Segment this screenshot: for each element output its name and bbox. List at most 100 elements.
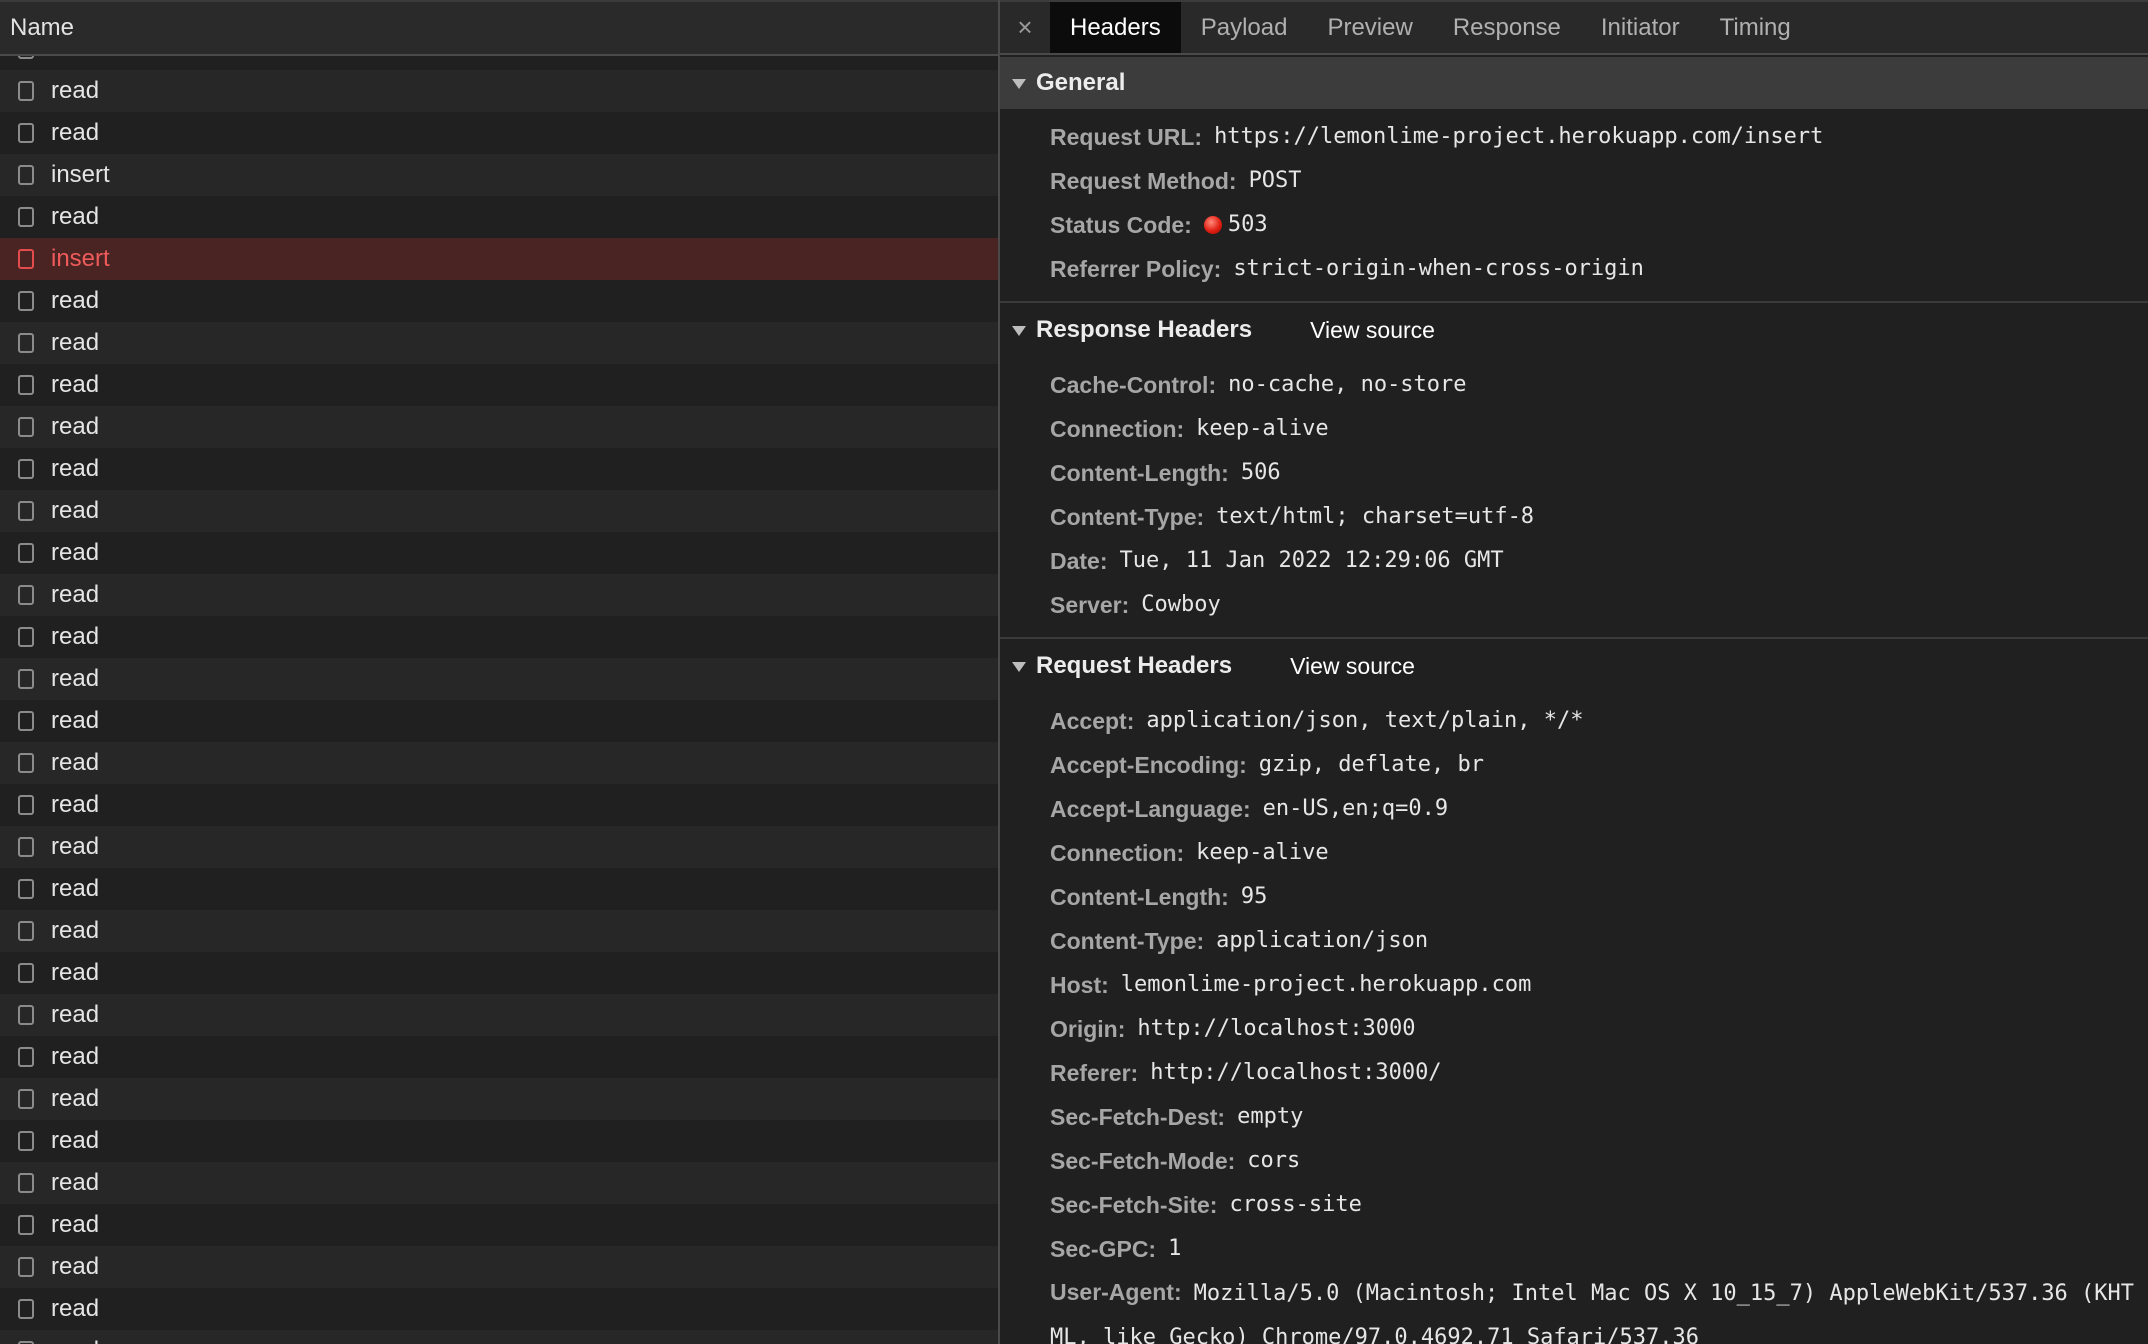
request-type-icon	[18, 879, 34, 899]
request-row[interactable]: read	[0, 70, 998, 112]
devtools-network-panel: Name readreadreadinsertreadinsertreadrea…	[0, 0, 2148, 1344]
tab-headers[interactable]: Headers	[1050, 2, 1181, 53]
request-row[interactable]: read	[0, 1036, 998, 1078]
request-row[interactable]: read	[0, 448, 998, 490]
request-type-icon	[18, 669, 34, 689]
request-row[interactable]: read	[0, 280, 998, 322]
request-row[interactable]: read	[0, 658, 998, 700]
request-row[interactable]: read	[0, 1162, 998, 1204]
request-headers-header[interactable]: Request Headers View source	[1000, 639, 2148, 693]
request-header-key: Origin:	[1050, 1016, 1126, 1042]
request-row[interactable]: read	[0, 742, 998, 784]
request-row[interactable]: read	[0, 616, 998, 658]
request-row[interactable]: read	[0, 532, 998, 574]
response-header-key: Date:	[1050, 548, 1108, 574]
response-headers-header[interactable]: Response Headers View source	[1000, 303, 2148, 357]
request-name: read	[51, 1253, 100, 1280]
general-value[interactable]: strict-origin-when-cross-origin	[1233, 248, 1644, 290]
request-row[interactable]: read	[0, 1120, 998, 1162]
request-list[interactable]: read read read insert read insert read read read…	[0, 56, 998, 1344]
general-fields: Request URL: https://lemonlime-project.he…	[1000, 109, 2148, 301]
request-row[interactable]: read	[0, 490, 998, 532]
request-type-icon	[18, 963, 34, 983]
request-name: insert	[51, 161, 110, 188]
request-row[interactable]: read	[0, 1078, 998, 1120]
request-header-value[interactable]: cors	[1247, 1140, 1300, 1182]
request-type-icon	[18, 249, 34, 269]
request-row[interactable]: read	[0, 1288, 998, 1330]
general-section-title: General	[1036, 69, 1126, 96]
response-view-source-link[interactable]: View source	[1310, 317, 1435, 344]
request-row[interactable]: read	[0, 994, 998, 1036]
request-row[interactable]: read	[0, 952, 998, 994]
request-view-source-link[interactable]: View source	[1290, 653, 1415, 680]
request-header-value[interactable]: http://localhost:3000/	[1150, 1052, 1441, 1094]
tab-initiator[interactable]: Initiator	[1581, 2, 1700, 53]
general-value[interactable]: https://lemonlime-project.herokuapp.com/…	[1214, 116, 1823, 158]
response-header-value[interactable]: Cowboy	[1141, 584, 1220, 626]
request-row[interactable]: read	[0, 406, 998, 448]
request-row[interactable]: read	[0, 364, 998, 406]
request-row[interactable]: read	[0, 700, 998, 742]
request-row[interactable]: insert	[0, 154, 998, 196]
response-header-value[interactable]: no-cache, no-store	[1228, 364, 1466, 406]
response-header-key: Content-Type:	[1050, 504, 1205, 530]
request-row[interactable]: read	[0, 574, 998, 616]
request-header-value[interactable]: cross-site	[1229, 1184, 1361, 1226]
close-details-button[interactable]: ×	[1000, 2, 1050, 53]
request-header-value[interactable]: 95	[1241, 876, 1268, 918]
response-header-value[interactable]: keep-alive	[1196, 408, 1328, 450]
request-name: read	[51, 119, 100, 146]
request-name: read	[51, 959, 100, 986]
name-column-header[interactable]: Name	[0, 0, 998, 56]
request-type-icon	[18, 1215, 34, 1235]
tab-timing[interactable]: Timing	[1700, 2, 1811, 53]
request-row[interactable]: read	[0, 910, 998, 952]
request-header-value[interactable]: http://localhost:3000	[1137, 1008, 1415, 1050]
request-name: read	[51, 875, 100, 902]
request-header-value[interactable]: empty	[1237, 1096, 1303, 1138]
response-header-field: Date: Tue, 11 Jan 2022 12:29:06 GMT	[1000, 539, 2148, 583]
request-header-value[interactable]: gzip, deflate, br	[1259, 744, 1484, 786]
tab-payload[interactable]: Payload	[1181, 2, 1308, 53]
request-row[interactable]: read	[0, 1246, 998, 1288]
request-name: read	[51, 707, 100, 734]
tab-preview[interactable]: Preview	[1307, 2, 1432, 53]
request-row[interactable]: insert	[0, 238, 998, 280]
request-header-value[interactable]: lemonlime-project.herokuapp.com	[1121, 964, 1532, 1006]
request-row[interactable]: read	[0, 196, 998, 238]
request-header-value[interactable]: keep-alive	[1196, 832, 1328, 874]
request-row[interactable]: read	[0, 1204, 998, 1246]
response-header-value[interactable]: 506	[1241, 452, 1281, 494]
general-value[interactable]: 503	[1228, 204, 1268, 246]
request-row[interactable]: read	[0, 56, 998, 70]
response-header-value[interactable]: Tue, 11 Jan 2022 12:29:06 GMT	[1120, 540, 1504, 582]
request-row[interactable]: read	[0, 322, 998, 364]
request-header-value[interactable]: Mozilla/5.0 (Macintosh; Intel Mac OS X 1…	[1050, 1281, 2134, 1344]
tab-response[interactable]: Response	[1433, 2, 1581, 53]
request-row[interactable]: read	[0, 112, 998, 154]
request-row[interactable]: read	[0, 784, 998, 826]
request-name: insert	[51, 245, 110, 272]
request-header-value[interactable]: en-US,en;q=0.9	[1263, 788, 1448, 830]
request-header-field: Accept-Encoding: gzip, deflate, br	[1000, 743, 2148, 787]
request-type-icon	[18, 711, 34, 731]
request-type-icon	[18, 459, 34, 479]
general-value[interactable]: POST	[1249, 160, 1302, 202]
request-header-field: Sec-Fetch-Dest: empty	[1000, 1095, 2148, 1139]
general-section: General Request URL: https://lemonlime-pr…	[1000, 57, 2148, 303]
request-header-field: Sec-Fetch-Site: cross-site	[1000, 1183, 2148, 1227]
request-header-value[interactable]: application/json, text/plain, */*	[1146, 700, 1583, 742]
request-type-icon	[18, 291, 34, 311]
request-type-icon	[18, 795, 34, 815]
request-header-field: Connection: keep-alive	[1000, 831, 2148, 875]
general-section-header[interactable]: General	[1000, 57, 2148, 109]
request-header-field: Content-Length: 95	[1000, 875, 2148, 919]
request-row[interactable]: read	[0, 826, 998, 868]
response-header-key: Server:	[1050, 592, 1130, 618]
request-header-value[interactable]: application/json	[1216, 920, 1428, 962]
response-header-value[interactable]: text/html; charset=utf-8	[1216, 496, 1534, 538]
request-row[interactable]: read	[0, 1330, 998, 1344]
request-header-value[interactable]: 1	[1168, 1228, 1181, 1270]
request-row[interactable]: read	[0, 868, 998, 910]
